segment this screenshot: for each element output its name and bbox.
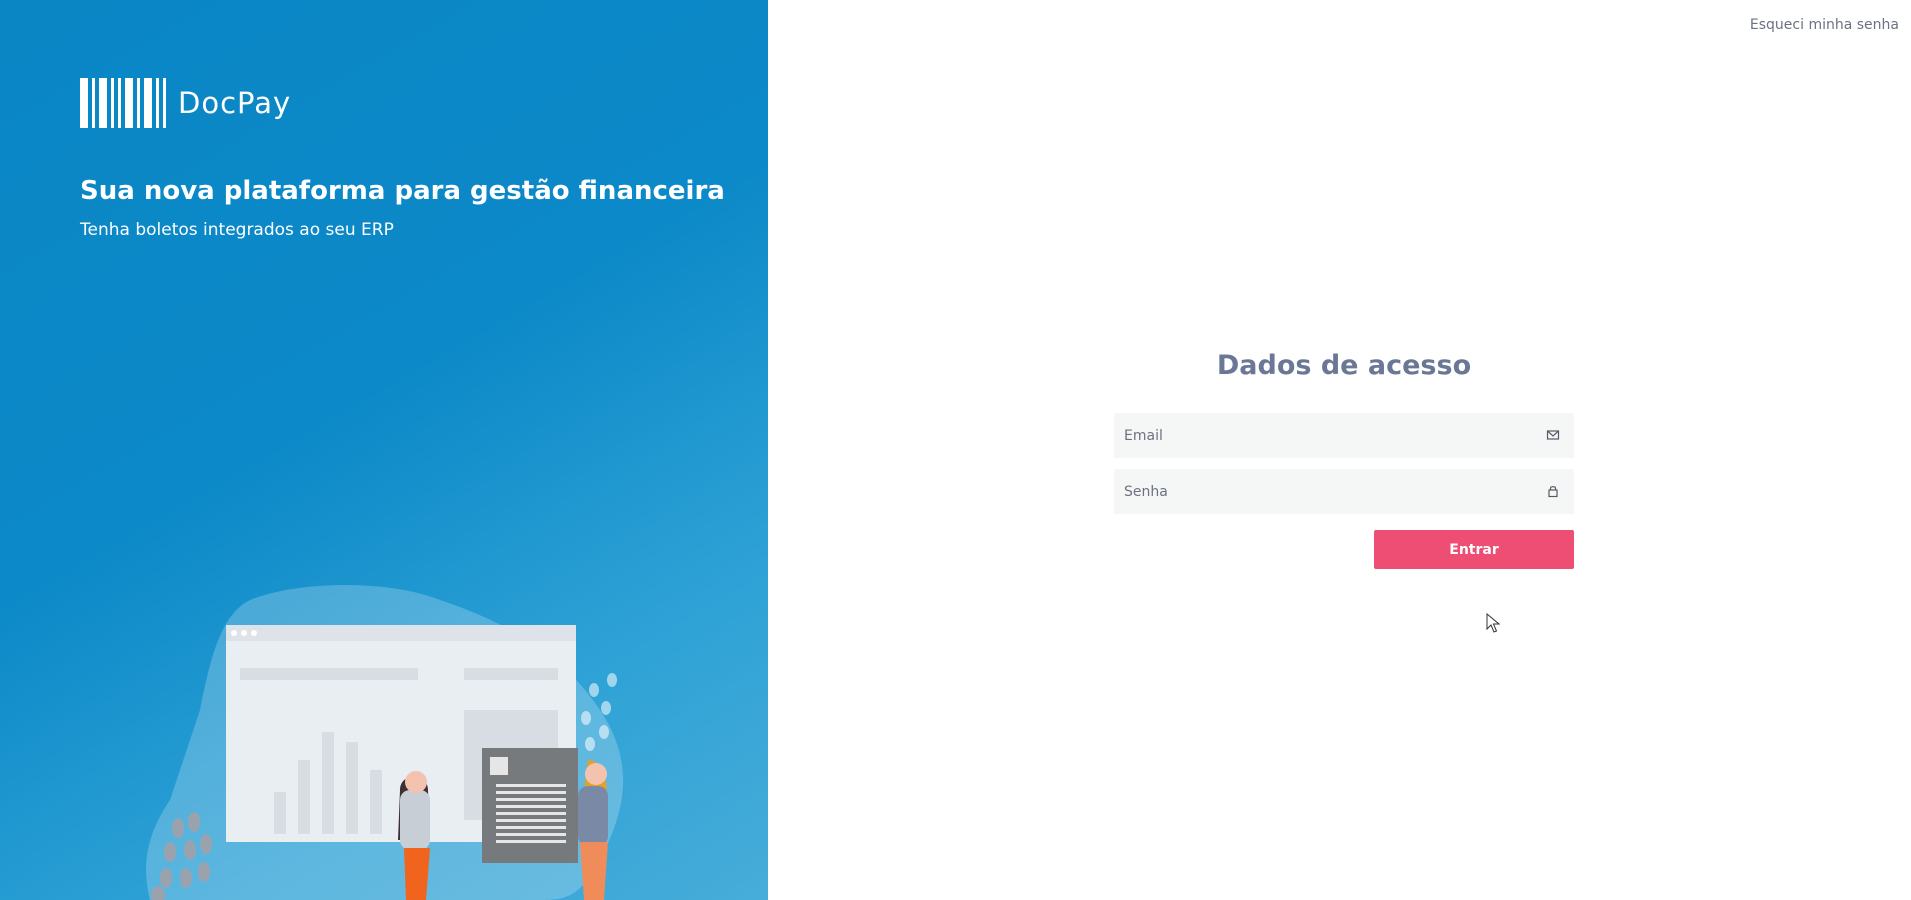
- brand-name: DocPay: [178, 86, 292, 120]
- envelope-icon: [1546, 430, 1560, 440]
- password-input[interactable]: [1114, 469, 1574, 514]
- dashboard-illustration: [146, 585, 624, 900]
- password-field[interactable]: [1114, 469, 1574, 514]
- email-field[interactable]: [1114, 413, 1574, 458]
- brand-headline: Sua nova plataforma para gestão financei…: [80, 176, 725, 206]
- login-submit-button[interactable]: Entrar: [1374, 530, 1574, 569]
- forgot-password-link[interactable]: Esqueci minha senha: [1750, 17, 1899, 33]
- login-form-title: Dados de acesso: [1216, 350, 1472, 381]
- lock-icon: [1548, 486, 1558, 498]
- email-input[interactable]: [1114, 413, 1574, 458]
- docpay-logo: DocPay: [80, 78, 291, 128]
- brand-panel: DocPay Sua nova plataforma para gestão f…: [0, 0, 768, 900]
- mouse-cursor-icon: [1486, 613, 1500, 633]
- barcode-logo-icon: [80, 78, 170, 128]
- brand-subheadline: Tenha boletos integrados ao seu ERP: [80, 220, 394, 240]
